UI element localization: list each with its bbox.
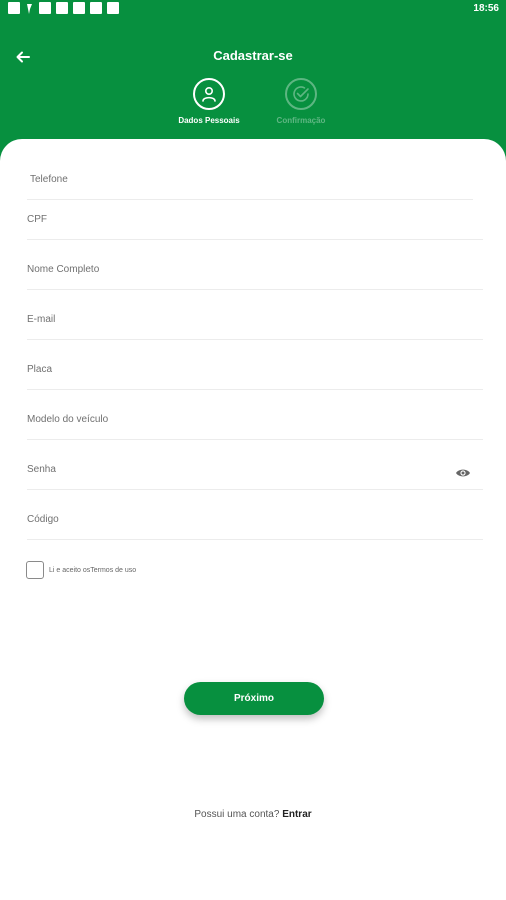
step-label: Confirmação: [276, 116, 326, 125]
notification-icon: [107, 2, 119, 14]
status-icons: [8, 2, 119, 14]
login-link[interactable]: Entrar: [282, 809, 311, 820]
notification-icon: [73, 2, 85, 14]
placa-field: [27, 350, 483, 390]
notification-icon: [39, 2, 51, 14]
media-icon: [56, 2, 68, 14]
codigo-field: [27, 500, 483, 540]
email-input[interactable]: [27, 300, 483, 339]
modelo-field: [27, 400, 483, 440]
signup-screen: 18:56 Cadastrar-se Dados Pessoais Confir…: [0, 0, 506, 900]
senha-input[interactable]: [27, 450, 483, 489]
senha-field: [27, 450, 483, 490]
nome-completo-input[interactable]: [27, 250, 483, 289]
next-button[interactable]: Próximo: [184, 682, 324, 715]
login-prompt: Possui uma conta? Entrar: [0, 809, 506, 820]
page-title: Cadastrar-se: [213, 48, 293, 63]
location-icon: [25, 2, 34, 14]
terms-row: Li e aceito osTermos de uso: [26, 561, 136, 579]
status-time: 18:56: [473, 3, 499, 14]
telefone-field: [27, 160, 473, 200]
step-circle: [285, 78, 317, 110]
nome-field: [27, 250, 483, 290]
step-dados-pessoais: Dados Pessoais: [164, 78, 254, 125]
step-label: Dados Pessoais: [178, 116, 240, 125]
telefone-input[interactable]: [27, 160, 473, 199]
login-question: Possui uma conta?: [194, 809, 283, 820]
check-circle-icon: [293, 86, 309, 102]
person-icon: [202, 86, 216, 102]
eye-icon: [456, 469, 470, 477]
toggle-password-button[interactable]: [455, 466, 471, 478]
step-confirmacao: Confirmação: [256, 78, 346, 125]
terms-prefix: Li e aceito os: [49, 566, 91, 574]
modelo-veiculo-input[interactable]: [27, 400, 483, 439]
terms-link[interactable]: Termos de uso: [90, 567, 136, 574]
status-bar: 18:56: [0, 0, 506, 18]
notification-icon: [8, 2, 20, 14]
terms-text: Li e aceito osTermos de uso: [49, 567, 136, 574]
notification-icon: [90, 2, 102, 14]
cpf-input[interactable]: [27, 200, 483, 239]
email-field: [27, 300, 483, 340]
codigo-input[interactable]: [27, 500, 483, 539]
terms-checkbox[interactable]: [26, 561, 44, 579]
placa-input[interactable]: [27, 350, 483, 389]
cpf-field: [27, 200, 483, 240]
step-circle: [193, 78, 225, 110]
